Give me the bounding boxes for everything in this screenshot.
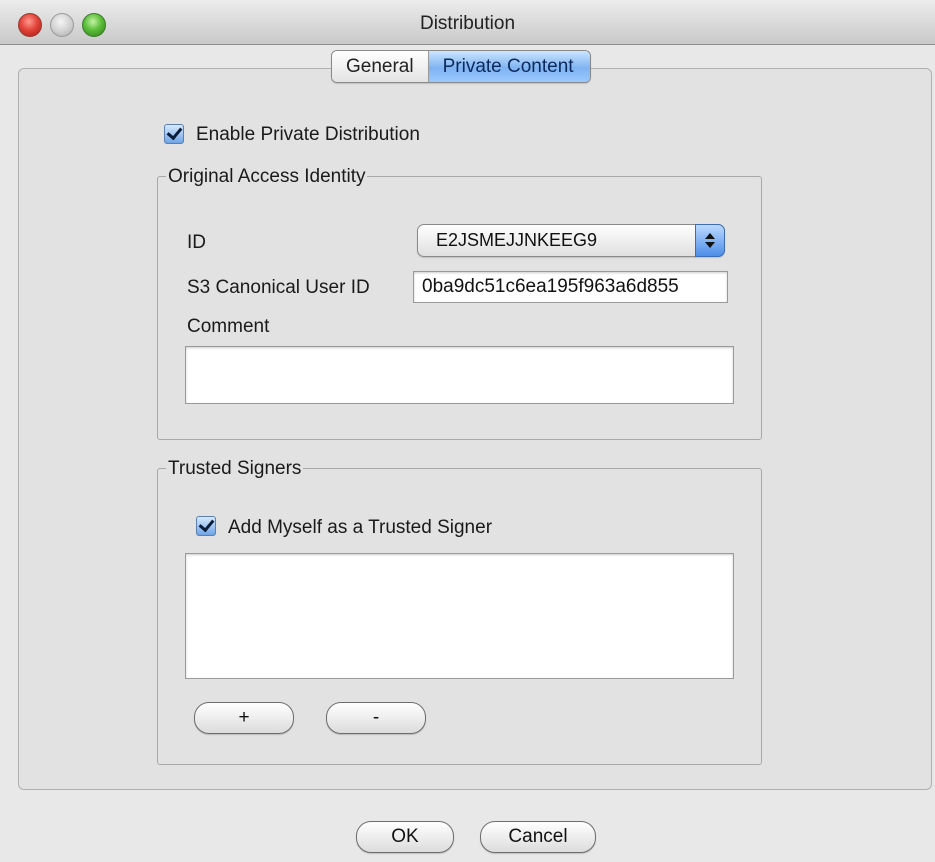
canonical-user-id-label: S3 Canonical User ID <box>187 277 370 298</box>
enable-private-distribution-label: Enable Private Distribution <box>196 124 420 145</box>
id-label: ID <box>187 232 206 253</box>
id-select-value: E2JSMEJJNKEEG9 <box>436 230 598 250</box>
add-myself-trusted-signer-label: Add Myself as a Trusted Signer <box>228 517 493 538</box>
add-myself-trusted-signer-checkbox[interactable] <box>196 516 216 536</box>
up-down-arrows-icon <box>695 224 725 257</box>
canonical-user-id-field[interactable]: 0ba9dc51c6ea195f963a6d855 <box>413 271 728 303</box>
trusted-signers-legend: Trusted Signers <box>166 458 304 480</box>
trusted-signers-list[interactable] <box>185 553 734 679</box>
tab-bar: General Private Content <box>331 50 591 83</box>
ok-button[interactable]: OK <box>356 821 454 853</box>
enable-private-distribution-checkbox[interactable] <box>164 124 184 144</box>
remove-signer-button[interactable]: - <box>326 702 426 734</box>
cancel-button[interactable]: Cancel <box>480 821 596 853</box>
id-select[interactable]: E2JSMEJJNKEEG9 <box>417 224 725 257</box>
add-signer-button[interactable]: + <box>194 702 294 734</box>
comment-label: Comment <box>187 316 270 337</box>
original-access-identity-legend: Original Access Identity <box>166 166 368 188</box>
tab-general[interactable]: General <box>332 51 429 82</box>
window-title: Distribution <box>419 13 516 34</box>
tab-private-content[interactable]: Private Content <box>428 51 590 82</box>
comment-field[interactable] <box>185 346 734 404</box>
title-bar: Distribution <box>0 0 935 45</box>
